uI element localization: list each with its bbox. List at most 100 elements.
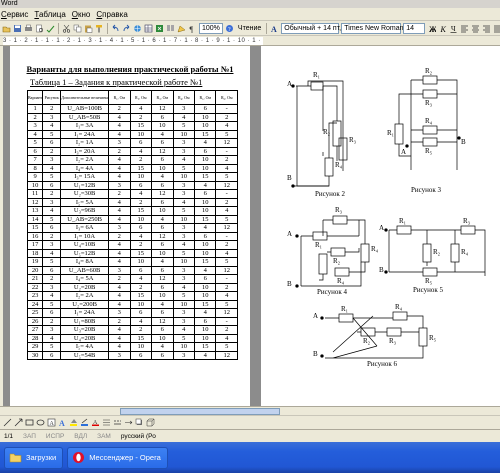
table-cell: 15 xyxy=(193,172,217,182)
arrow-style-icon[interactable] xyxy=(124,418,133,427)
table-cell: 4 xyxy=(42,206,62,216)
horizontal-ruler[interactable]: 3 · 1 · 2 · 1 · 1 · 1 · 2 · 1 · 3 · 1 · … xyxy=(0,36,500,46)
header-r3: R₃, Ом xyxy=(151,90,174,105)
open-icon[interactable] xyxy=(2,24,11,33)
table-row: 28 4 U₄=20В 4 15 10 5 10 4 xyxy=(26,333,238,343)
align-left-icon[interactable] xyxy=(460,24,469,33)
copy-icon[interactable] xyxy=(73,24,82,33)
folder-icon xyxy=(9,453,22,463)
style-select[interactable]: Обычный + 14 пт, xyxy=(281,22,341,34)
table-cell: 4 xyxy=(108,248,131,258)
zoom-select[interactable]: 100% xyxy=(199,22,223,34)
document-page-2[interactable]: A B R₁ R₂ R₃ R₄ Рисунок 2 R₂ R₃ R₁ R₄ R₅… xyxy=(261,46,500,406)
vertical-ruler[interactable] xyxy=(0,46,3,406)
hyperlink-icon[interactable] xyxy=(133,24,142,33)
header-r5: R₅, Ом xyxy=(193,90,217,105)
read-mode-button[interactable]: Чтение xyxy=(236,25,263,32)
table-cell: 10 xyxy=(129,129,153,139)
preview-icon[interactable] xyxy=(35,24,44,33)
table-cell: 2 xyxy=(108,316,131,326)
wordart-icon[interactable]: A xyxy=(58,418,67,427)
status-language[interactable]: русский (Ро xyxy=(121,433,156,440)
font-color-icon[interactable]: A xyxy=(91,418,100,427)
table-cell: 2 xyxy=(108,274,131,284)
menu-window[interactable]: Окно xyxy=(72,8,91,20)
document-page-1[interactable]: Варианты для выполнения практической раб… xyxy=(10,46,250,406)
table-icon[interactable] xyxy=(144,24,153,33)
label-b-fig6: B xyxy=(313,350,318,358)
table-cell: 3 xyxy=(172,308,196,318)
table-cell: - xyxy=(215,316,238,326)
table-cell: 4 xyxy=(108,129,131,139)
align-right-icon[interactable] xyxy=(482,24,491,33)
arrow-tool-icon[interactable] xyxy=(14,418,23,427)
table-cell: 10 xyxy=(193,112,217,122)
drawing-icon[interactable] xyxy=(177,24,186,33)
table-cell: 10 xyxy=(151,333,174,343)
toolbar-separator xyxy=(266,22,268,34)
table-cell: U_AB=100В xyxy=(60,104,110,114)
table-cell: 6 xyxy=(151,265,174,275)
cut-icon[interactable] xyxy=(62,24,71,33)
line-tool-icon[interactable] xyxy=(3,418,12,427)
menu-help[interactable]: Справка xyxy=(96,8,127,20)
table-cell: 27 xyxy=(26,325,44,335)
line-style-icon[interactable] xyxy=(102,418,111,427)
table-cell: 6 xyxy=(129,223,153,233)
menu-service[interactable]: Сервис xyxy=(1,8,28,20)
table-cell: 15 xyxy=(129,206,153,216)
help-icon[interactable]: ? xyxy=(225,24,234,33)
font-select[interactable]: Times New Roman xyxy=(341,22,404,34)
table-cell: - xyxy=(215,104,238,114)
label-r2-fig4: R₂ xyxy=(333,257,341,265)
justify-icon[interactable] xyxy=(493,24,500,33)
spellcheck-icon[interactable] xyxy=(46,24,55,33)
table-row: 25 6 I₁= 24А 3 6 6 3 4 12 xyxy=(26,308,238,318)
table-row: 23 4 I₂= 2А 4 15 10 5 10 4 xyxy=(26,291,238,301)
table-cell: 2 xyxy=(129,325,153,335)
status-bar: 1/1 ЗАП ИСПР ВДЛ ЗАМ русский (Ро xyxy=(0,429,500,442)
undo-icon[interactable] xyxy=(111,24,120,33)
taskbar-opera-messenger[interactable]: Мессенджер - Opera xyxy=(67,446,168,469)
dash-style-icon[interactable] xyxy=(113,418,122,427)
save-icon[interactable] xyxy=(13,24,22,33)
bold-icon[interactable]: Ж xyxy=(427,24,436,33)
status-record[interactable]: ЗАП xyxy=(23,433,36,440)
svg-text:¶: ¶ xyxy=(190,25,194,33)
oval-tool-icon[interactable] xyxy=(36,418,45,427)
show-marks-icon[interactable]: ¶ xyxy=(188,24,197,33)
scrollbar-thumb[interactable] xyxy=(120,408,280,415)
print-icon[interactable] xyxy=(24,24,33,33)
format-painter-icon[interactable] xyxy=(95,24,104,33)
table-cell: 2 xyxy=(129,240,153,250)
underline-icon[interactable]: Ч xyxy=(449,24,458,33)
columns-icon[interactable] xyxy=(166,24,175,33)
line-color-icon[interactable] xyxy=(80,418,89,427)
styles-pane-icon[interactable]: A xyxy=(270,24,279,33)
label-r5-fig5: R₅ xyxy=(425,277,433,285)
paste-icon[interactable] xyxy=(84,24,93,33)
label-r5-fig3: R₅ xyxy=(425,147,433,155)
rectangle-tool-icon[interactable] xyxy=(25,418,34,427)
table-cell: 9 xyxy=(26,172,44,182)
table-cell: 3 xyxy=(172,104,196,114)
table-cell: 3 xyxy=(42,240,62,250)
taskbar-downloads[interactable]: Загрузки xyxy=(4,446,64,469)
status-overtype[interactable]: ЗАМ xyxy=(97,433,111,440)
status-track-changes[interactable]: ИСПР xyxy=(46,433,64,440)
horizontal-scrollbar[interactable] xyxy=(0,406,500,415)
shadow-icon[interactable] xyxy=(135,418,144,427)
excel-icon[interactable] xyxy=(155,24,164,33)
status-extend[interactable]: ВДЛ xyxy=(74,433,87,440)
font-size-select[interactable]: 14 xyxy=(403,22,426,34)
align-center-icon[interactable] xyxy=(471,24,480,33)
resistor-r1-fig2 xyxy=(310,81,324,91)
italic-icon[interactable]: К xyxy=(438,24,447,33)
table-cell: 12 xyxy=(151,274,174,284)
fill-color-icon[interactable] xyxy=(69,418,78,427)
menu-table[interactable]: Таблица xyxy=(34,8,65,20)
redo-icon[interactable] xyxy=(122,24,131,33)
textbox-tool-icon[interactable]: A xyxy=(47,418,56,427)
label-r3-fig2: R₃ xyxy=(349,136,357,144)
3d-icon[interactable] xyxy=(146,418,155,427)
